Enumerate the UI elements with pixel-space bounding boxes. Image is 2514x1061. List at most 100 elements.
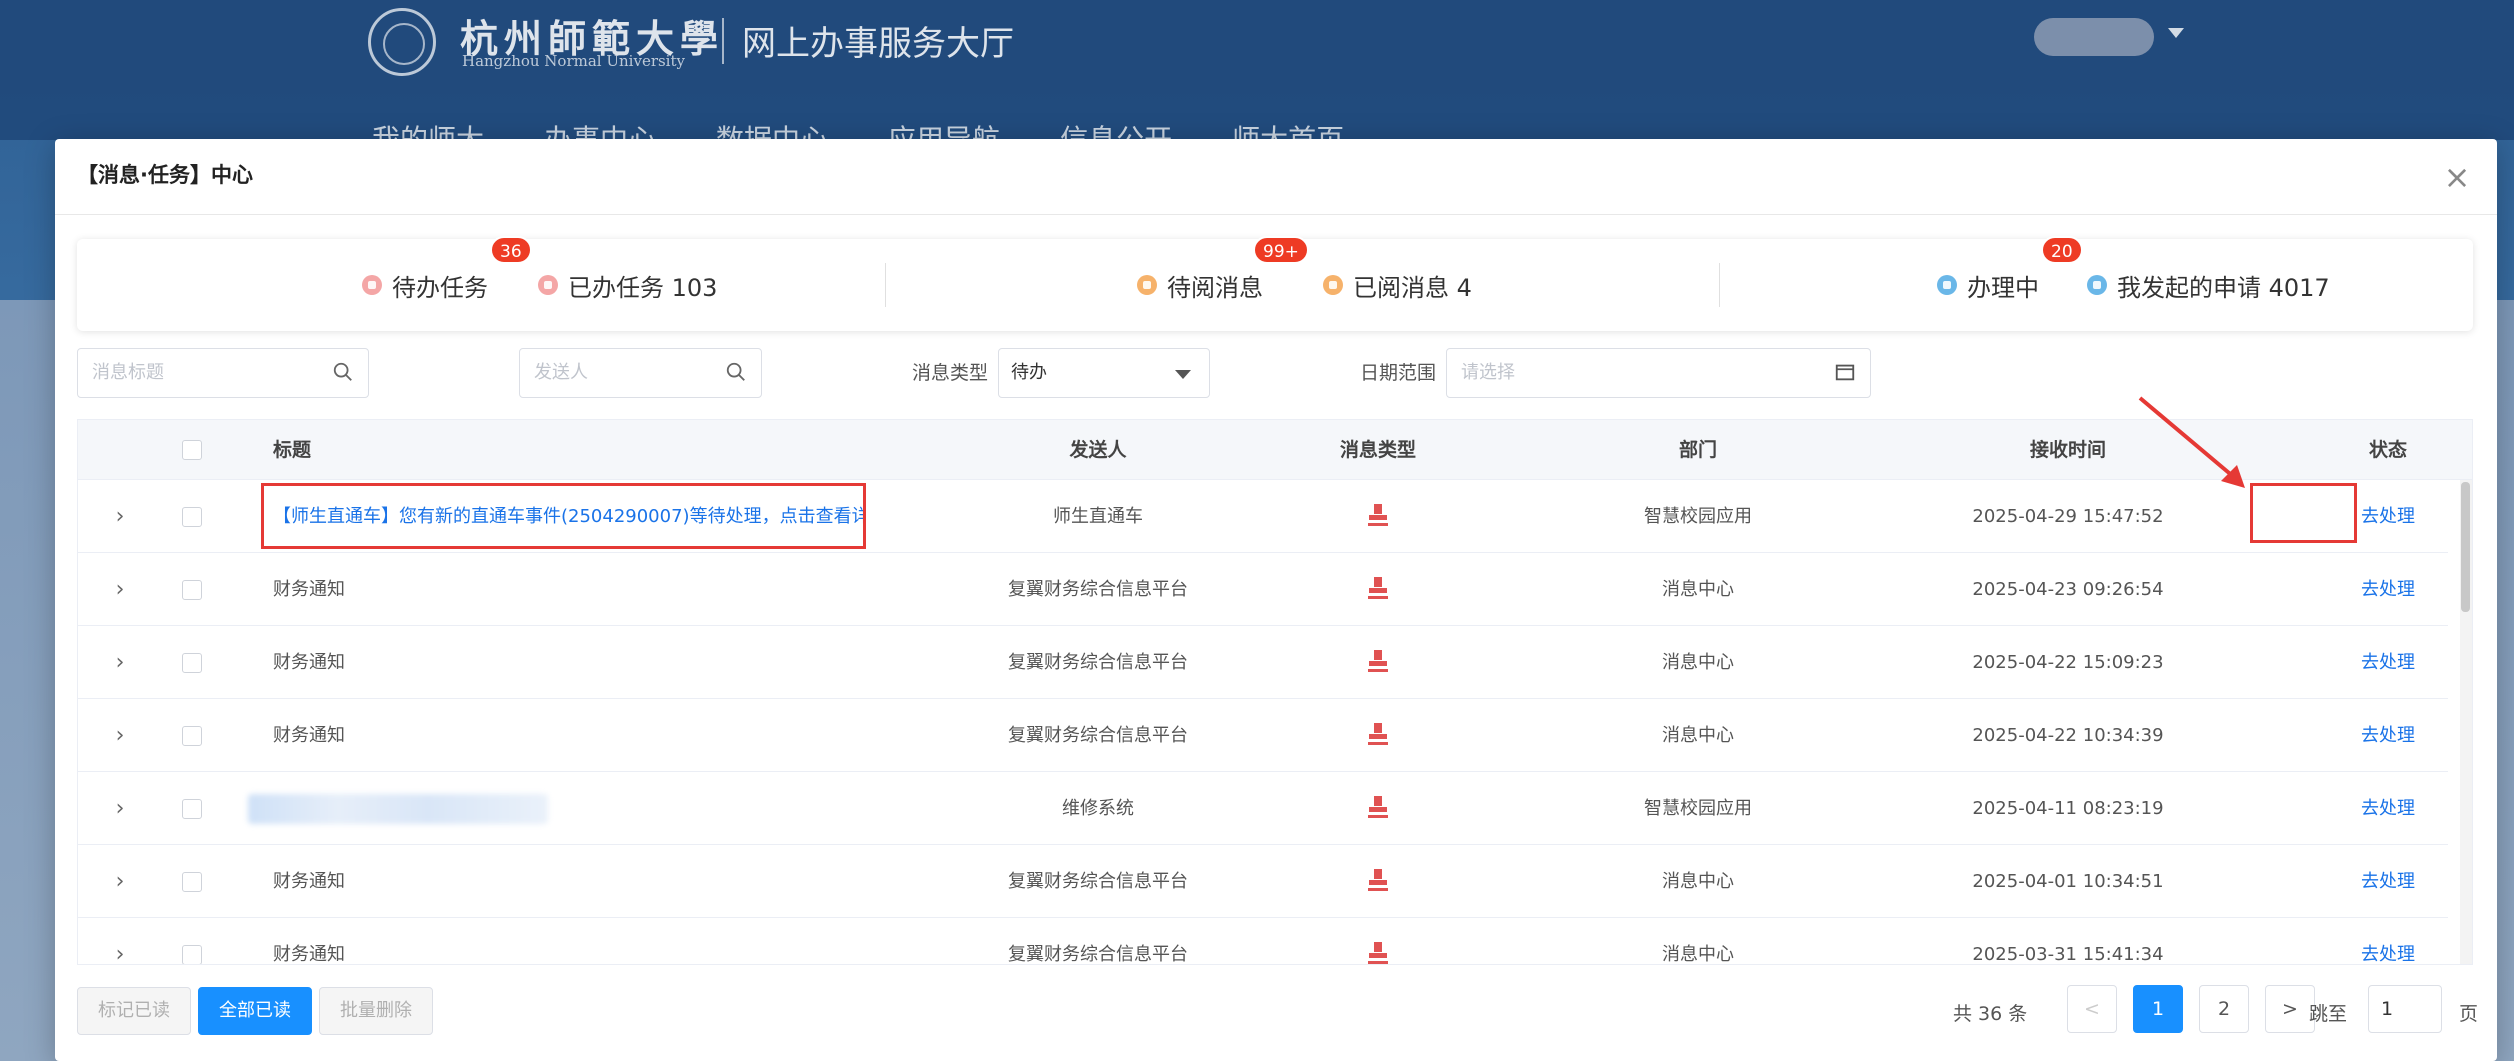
close-icon[interactable]: × — [2437, 157, 2477, 197]
prev-page-button[interactable]: < — [2067, 985, 2117, 1033]
page-1-button[interactable]: 1 — [2133, 985, 2183, 1033]
unread-messages-tab[interactable]: 待阅消息 99+ — [1137, 235, 1309, 303]
message-title[interactable]: 财务通知 — [273, 553, 863, 626]
column-header-sender: 发送人 — [1069, 439, 1127, 461]
stamp-icon — [1368, 723, 1388, 745]
row-checkbox[interactable] — [182, 945, 202, 964]
header-divider — [722, 18, 724, 64]
dept-cell: 消息中心 — [1662, 579, 1734, 600]
column-header-dept: 部门 — [1678, 439, 1717, 461]
my-applications-label: 我发起的申请 4017 — [2117, 273, 2330, 302]
sender-cell: 复翼财务综合信息平台 — [1008, 871, 1188, 892]
in-progress-label: 办理中 — [1967, 273, 2039, 302]
search-icon[interactable] — [332, 361, 354, 383]
title-search-input[interactable] — [90, 349, 356, 396]
portal-title: 网上办事服务大厅 — [742, 24, 1014, 64]
mark-read-button[interactable]: 标记已读 — [77, 987, 191, 1035]
read-messages-tab[interactable]: 已阅消息 4 — [1323, 268, 1472, 303]
message-type-label: 消息类型 — [912, 362, 989, 384]
university-name-en: Hangzhou Normal University — [462, 52, 685, 70]
message-title[interactable]: 财务通知 — [273, 626, 863, 699]
process-link[interactable]: 去处理 — [2228, 845, 2472, 918]
message-type-value: 待办 — [1011, 362, 1047, 383]
chevron-right-icon[interactable]: › — [108, 699, 132, 772]
message-center-dialog: 【消息·任务】中心 × 待办任务 36 已办任务 103 待阅消息 99+ 已阅… — [55, 139, 2497, 1061]
table-row[interactable]: › 财务通知 复翼财务综合信息平台 消息中心 2025-03-31 15:41:… — [78, 918, 2448, 964]
process-link[interactable]: 去处理 — [2228, 699, 2472, 772]
redacted-title[interactable] — [248, 794, 548, 824]
user-avatar[interactable] — [2034, 18, 2154, 56]
column-header-title: 标题 — [273, 439, 312, 461]
chevron-right-icon[interactable]: › — [108, 626, 132, 699]
message-title[interactable]: 财务通知 — [273, 699, 863, 772]
table-scrollbar-thumb[interactable] — [2461, 482, 2470, 612]
caret-down-icon[interactable] — [2168, 28, 2184, 38]
dept-cell: 消息中心 — [1662, 725, 1734, 746]
sender-search-input[interactable] — [532, 349, 749, 396]
jump-page-input[interactable] — [2368, 985, 2442, 1033]
dialog-title: 【消息·任务】中心 — [77, 163, 253, 187]
title-search-field[interactable] — [77, 348, 369, 398]
next-page-button[interactable]: > — [2265, 985, 2315, 1033]
column-header-type: 消息类型 — [1339, 439, 1416, 461]
search-icon[interactable] — [725, 361, 747, 383]
chevron-right-icon[interactable]: › — [108, 845, 132, 918]
jump-label: 跳至 — [2309, 1003, 2348, 1025]
sender-search-field[interactable] — [519, 348, 762, 398]
stamp-icon — [1368, 577, 1388, 599]
chevron-right-icon[interactable]: › — [108, 480, 132, 553]
university-seal-icon — [368, 8, 436, 76]
batch-delete-button[interactable]: 批量删除 — [319, 987, 433, 1035]
table-row[interactable]: › 财务通知 复翼财务综合信息平台 消息中心 2025-04-23 09:26:… — [78, 553, 2448, 626]
calendar-icon[interactable] — [1834, 361, 1856, 383]
done-tasks-tab[interactable]: 已办任务 103 — [538, 268, 717, 303]
message-title[interactable]: 财务通知 — [273, 845, 863, 918]
row-checkbox[interactable] — [182, 507, 202, 527]
process-link[interactable]: 去处理 — [2228, 918, 2472, 964]
row-checkbox[interactable] — [182, 726, 202, 746]
pagination-total: 共 36 条 — [1953, 1003, 2028, 1025]
read-message-icon — [1323, 275, 1343, 295]
date-range-input[interactable] — [1459, 349, 1858, 396]
page-2-button[interactable]: 2 — [2199, 985, 2249, 1033]
process-link[interactable]: 去处理 — [2228, 626, 2472, 699]
pending-tasks-label: 待办任务 — [392, 273, 488, 302]
dept-cell: 消息中心 — [1662, 652, 1734, 673]
process-link[interactable]: 去处理 — [2228, 553, 2472, 626]
read-messages-label: 已阅消息 4 — [1353, 273, 1472, 302]
mark-all-read-button[interactable]: 全部已读 — [198, 987, 312, 1035]
row-checkbox[interactable] — [182, 799, 202, 819]
application-summary: 办理中 20 我发起的申请 4017 — [1937, 235, 2350, 331]
my-applications-tab[interactable]: 我发起的申请 4017 — [2087, 268, 2330, 303]
in-progress-tab[interactable]: 办理中 20 — [1937, 235, 2083, 303]
chevron-right-icon[interactable]: › — [108, 553, 132, 626]
stamp-icon — [1368, 796, 1388, 818]
chevron-right-icon[interactable]: › — [108, 772, 132, 845]
message-title[interactable]: 财务通知 — [273, 918, 863, 964]
row-checkbox[interactable] — [182, 580, 202, 600]
select-all-checkbox[interactable] — [182, 440, 202, 460]
time-cell: 2025-04-01 10:34:51 — [1972, 871, 2164, 892]
time-cell: 2025-04-23 09:26:54 — [1972, 579, 2164, 600]
message-summary: 待阅消息 99+ 已阅消息 4 — [1137, 235, 1492, 331]
sender-cell: 复翼财务综合信息平台 — [1008, 652, 1188, 673]
table-row[interactable]: › 财务通知 复翼财务综合信息平台 消息中心 2025-04-01 10:34:… — [78, 845, 2448, 918]
pending-tasks-tab[interactable]: 待办任务 36 — [362, 235, 532, 303]
date-range-label: 日期范围 — [1360, 362, 1437, 384]
process-link[interactable]: 去处理 — [2228, 772, 2472, 845]
chevron-right-icon[interactable]: › — [108, 918, 132, 964]
dept-cell: 智慧校园应用 — [1644, 798, 1752, 819]
message-type-select[interactable]: 待办 — [998, 348, 1210, 398]
highlight-box-status — [2250, 483, 2357, 543]
sender-cell: 复翼财务综合信息平台 — [1008, 725, 1188, 746]
row-checkbox[interactable] — [182, 872, 202, 892]
page-unit-label: 页 — [2459, 1003, 2479, 1025]
divider — [1719, 263, 1720, 307]
portal-header: 杭州師範大學 Hangzhou Normal University 网上办事服务… — [0, 0, 2514, 156]
table-row[interactable]: › 财务通知 复翼财务综合信息平台 消息中心 2025-04-22 10:34:… — [78, 699, 2448, 772]
row-checkbox[interactable] — [182, 653, 202, 673]
table-row[interactable]: › 维修系统 智慧校园应用 2025-04-11 08:23:19 去处理 — [78, 772, 2448, 845]
table-row[interactable]: › 财务通知 复翼财务综合信息平台 消息中心 2025-04-22 15:09:… — [78, 626, 2448, 699]
done-tasks-label: 已办任务 103 — [568, 273, 718, 302]
date-range-picker[interactable] — [1446, 348, 1871, 398]
